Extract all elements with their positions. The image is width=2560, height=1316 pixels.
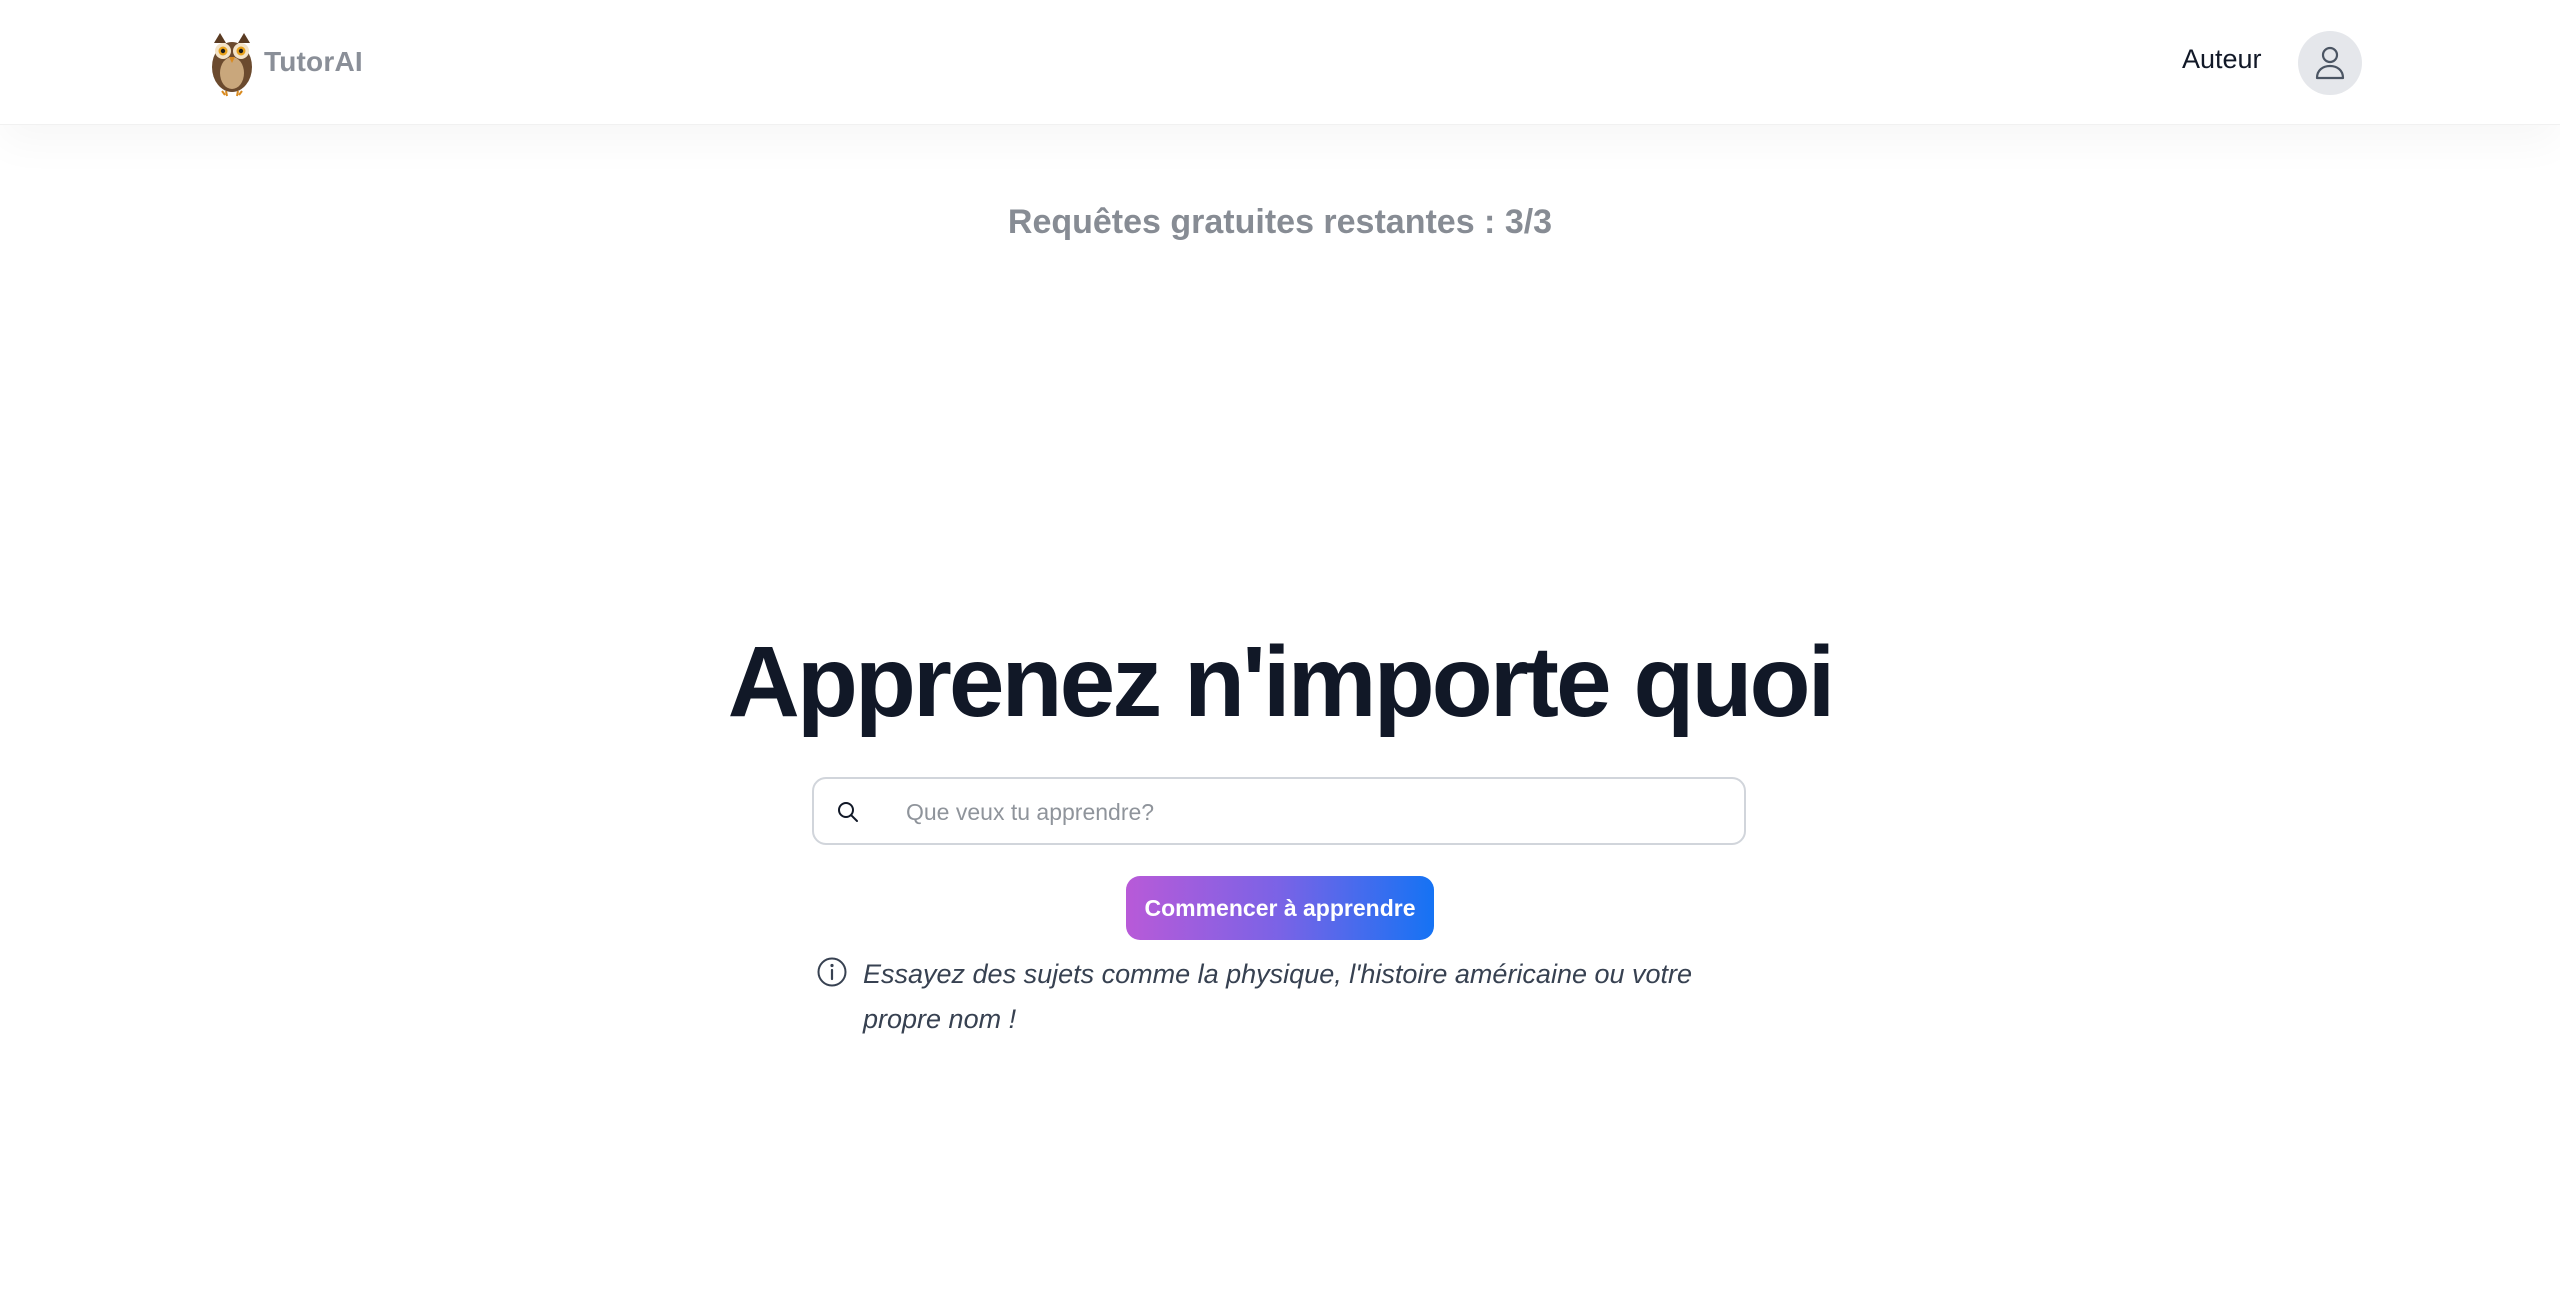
- brand-name: TutorAI: [264, 46, 363, 77]
- search-input[interactable]: [904, 779, 1728, 845]
- user-icon: [2315, 46, 2345, 80]
- search-box: [812, 777, 1746, 845]
- hint-text: Essayez des sujets comme la physique, l'…: [863, 959, 1693, 1034]
- start-learning-button[interactable]: Commencer à apprendre: [1126, 876, 1434, 940]
- owl-icon: [212, 33, 252, 97]
- brand-logo-link[interactable]: TutorAI: [206, 26, 363, 98]
- page-title: Apprenez n'importe quoi: [727, 626, 1836, 738]
- search-icon: [838, 802, 858, 822]
- header: TutorAI Auteur: [0, 0, 2560, 125]
- author-link[interactable]: Auteur: [2182, 44, 2262, 75]
- info-icon: [817, 957, 847, 987]
- user-avatar-button[interactable]: [2298, 31, 2362, 95]
- free-requests-counter: Requêtes gratuites restantes : 3/3: [1007, 203, 1553, 241]
